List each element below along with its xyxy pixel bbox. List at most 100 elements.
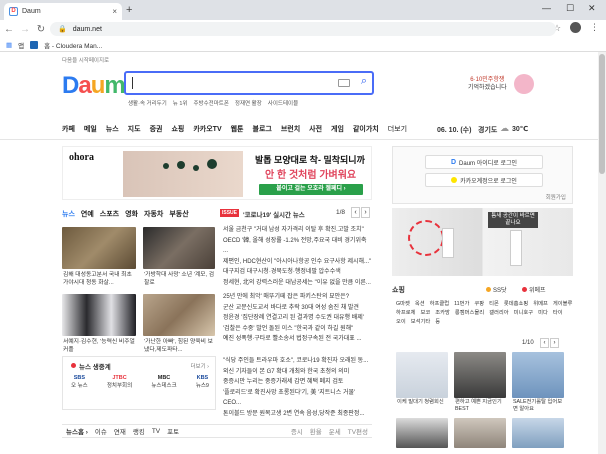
shop-item-3-caption[interactable]: SALE전기롤탈 입어보면 알아요 <box>513 399 565 413</box>
set-homepage-link[interactable]: 다음을 시작페이지로 <box>62 56 109 64</box>
daum-logo[interactable]: Daum <box>62 72 126 100</box>
mall-link[interactable]: G마켓 <box>396 300 410 309</box>
bookmark-cloudera[interactable]: 홈 - Cloudera Man... <box>44 40 102 50</box>
bottom-tab[interactable]: 이슈 <box>95 426 107 436</box>
nav-news[interactable]: 뉴스 <box>106 124 119 134</box>
news-tab-realestate[interactable]: 부동산 <box>169 209 188 219</box>
scrollbar[interactable] <box>598 52 606 454</box>
nav-game[interactable]: 게임 <box>331 124 344 134</box>
headline-item[interactable]: 외신 기자들이 본 G7 확대 개최와 한국 초청의 의미 <box>223 367 373 378</box>
channel-kbs[interactable]: KBS 뉴스9 <box>196 375 209 389</box>
mall-link[interactable]: 하프로체 <box>396 309 416 318</box>
news-thumb-caption-2[interactable]: '가방학대 사망' 소년 '계모, 검찰로 <box>144 271 216 287</box>
live-more-link[interactable]: 더보기 › <box>190 362 209 370</box>
minimize-button[interactable]: — <box>542 3 551 13</box>
weather-region[interactable]: 경기도 <box>478 125 497 135</box>
mall-link[interactable]: 티몬 <box>489 300 499 309</box>
back-arrow-icon[interactable]: ← <box>2 24 16 35</box>
maximize-button[interactable]: ☐ <box>566 3 574 14</box>
bottom-tab[interactable]: 랭킹 <box>133 426 145 436</box>
nav-together[interactable]: 같이가치 <box>353 124 379 134</box>
prev-arrow-icon[interactable]: ‹ <box>351 207 360 218</box>
bottom-tab[interactable]: TV <box>152 428 160 435</box>
nav-map[interactable]: 지도 <box>128 124 141 134</box>
url-field[interactable]: 🔒 daum.net <box>50 22 556 36</box>
nav-cafe[interactable]: 카페 <box>62 124 75 134</box>
issue-link[interactable]: '코로나19' 실시간 뉴스 <box>243 209 305 219</box>
daum-login-button[interactable]: D Daum 아이디로 로그인 <box>425 155 543 169</box>
headline-item[interactable]: 군산 교문신도교서 바다로 추락 30대 여성 숨진 채 발견 <box>223 303 373 314</box>
headline-item[interactable]: 25년 만에 최악' 매뚜기떼 잡은 파키스탄의 묘안은? <box>223 292 373 303</box>
headline-item[interactable]: 정세현, 北의 강력스러운 대남공세는 "이유 없을 만큼 이른... <box>223 278 373 289</box>
mall-link[interactable]: 조카방 <box>435 309 450 318</box>
nav-kakaotv[interactable]: 카카오TV <box>193 124 221 134</box>
mall-link[interactable]: 미다 <box>538 309 548 318</box>
news-tab[interactable]: 뉴스 <box>62 209 75 219</box>
shop-item-1-caption[interactable]: 이케 밀대기 청렴회신 <box>397 399 449 406</box>
bookmark-apps[interactable]: 앱 <box>18 40 24 50</box>
shopping-title[interactable]: 쇼핑 <box>392 287 405 294</box>
search-icon[interactable]: ⌕ <box>361 75 367 88</box>
news-thumb-caption-3[interactable]: 서예지·김수현, '능력신 비주얼 커플 <box>63 338 137 354</box>
news-tab-entertainment[interactable]: 연예 <box>81 209 94 219</box>
bottom-tab-right[interactable]: 환율 <box>310 426 322 436</box>
mall-link[interactable]: 갤러리아 <box>489 309 509 318</box>
shop-item-2-caption[interactable]: 편하고 예쁜 지금인기BEST <box>455 399 507 413</box>
bottom-tab[interactable]: 연재 <box>114 426 126 436</box>
shop-item-3-image[interactable] <box>512 352 564 398</box>
nav-stock[interactable]: 증권 <box>150 124 163 134</box>
keyword-link[interactable]: 생활·속 거리두기 <box>128 99 167 107</box>
nav-mail[interactable]: 메일 <box>84 124 97 134</box>
scrollbar-thumb[interactable] <box>599 54 605 174</box>
mall-link[interactable]: 옥션 <box>415 300 425 309</box>
keyword-link[interactable]: 뉴 1위 <box>173 99 188 107</box>
shop-item-5-image[interactable] <box>454 418 506 448</box>
news-tab-movie[interactable]: 영화 <box>125 209 138 219</box>
nav-blog[interactable]: 블로그 <box>253 124 272 134</box>
reload-icon[interactable]: ↻ <box>34 24 48 35</box>
menu-dots-icon[interactable]: ⋮ <box>590 22 599 33</box>
channel-mbc[interactable]: MBC 뉴스데스크 <box>151 375 176 389</box>
ss-tab[interactable]: SS닷 <box>486 285 507 294</box>
window-close-button[interactable]: ✕ <box>588 3 596 14</box>
close-tab-icon[interactable]: × <box>112 7 117 16</box>
headline-item[interactable]: OECD '韓, 올해 성장률 -1.2% 전망,주요국 대비 경기위축 ... <box>223 236 373 257</box>
next-arrow-icon[interactable]: › <box>361 207 370 218</box>
kakao-login-button[interactable]: 카카오계정으로 로그인 <box>425 173 543 187</box>
news-home-link[interactable]: 뉴스홈 › <box>66 426 88 436</box>
forward-arrow-icon[interactable]: → <box>18 24 32 35</box>
shop-prev-icon[interactable]: ‹ <box>540 338 549 348</box>
headline-item[interactable]: '검찰은 수중' 발언 돌된 이스 "한국과 같이 하길 원해" <box>223 324 373 335</box>
wemake-tab[interactable]: 위메프 <box>522 285 546 294</box>
news-tab-car[interactable]: 자동차 <box>144 209 163 219</box>
headline-item[interactable]: '플로리드'로 확진사망 초롱된다'기, 美 '지트니스 거물' CEO... <box>223 388 373 409</box>
mall-link[interactable]: 롯데홈쇼핑 <box>504 300 528 309</box>
shop-item-4-image[interactable] <box>396 418 448 448</box>
mall-link[interactable]: 11번가 <box>454 300 469 309</box>
nav-brunch[interactable]: 브런치 <box>281 124 300 134</box>
keyword-link[interactable]: 주방수전마트폰 <box>194 99 229 107</box>
news-thumb-2[interactable] <box>143 227 215 269</box>
news-thumb-1[interactable] <box>62 227 136 269</box>
ohora-ad-banner[interactable]: ohora 발톱 모양대로 착- 밀착되니까 안 한 것처럼 가벼워요 붙이고 … <box>62 146 372 200</box>
nav-more[interactable]: 더보기 <box>388 124 407 134</box>
search-input[interactable]: ⌕ <box>124 71 374 95</box>
shop-item-2-image[interactable] <box>454 352 506 398</box>
headline-item[interactable]: 예진 성폭행·구타로 빨소송서 법정구속된 전 국가대표 ... <box>223 334 373 345</box>
browser-tab[interactable]: D Daum × <box>4 3 122 20</box>
bottom-tab-right[interactable]: TV편성 <box>348 426 368 436</box>
keyboard-icon[interactable] <box>338 79 350 87</box>
bottom-tab[interactable]: 포토 <box>167 426 179 436</box>
channel-sbs[interactable]: SBS 오 뉴스 <box>71 375 88 389</box>
nav-shopping[interactable]: 쇼핑 <box>171 124 184 134</box>
signup-link[interactable]: 회원가입 <box>546 193 566 201</box>
apps-grid-icon[interactable]: ▦ <box>6 41 12 49</box>
keyword-link[interactable]: 사이드테이블 <box>268 99 298 107</box>
mall-link[interactable]: 오이 <box>396 318 406 327</box>
mall-link[interactable]: 쿠팡 <box>474 300 484 309</box>
mall-link[interactable]: 하프클럽 <box>430 300 450 309</box>
headline-item[interactable]: 톤이블드 방문 원목고생 2변 연속 음성,당작준 최종판정... <box>223 409 373 420</box>
mall-link[interactable]: 보석기타 <box>411 318 431 327</box>
news-thumb-caption-1[interactable]: 김해 대성동고분서 국내 최초 가야시대 청동 화살... <box>63 271 137 287</box>
channel-jtbc[interactable]: JTBC 정치부회의 <box>107 375 132 389</box>
